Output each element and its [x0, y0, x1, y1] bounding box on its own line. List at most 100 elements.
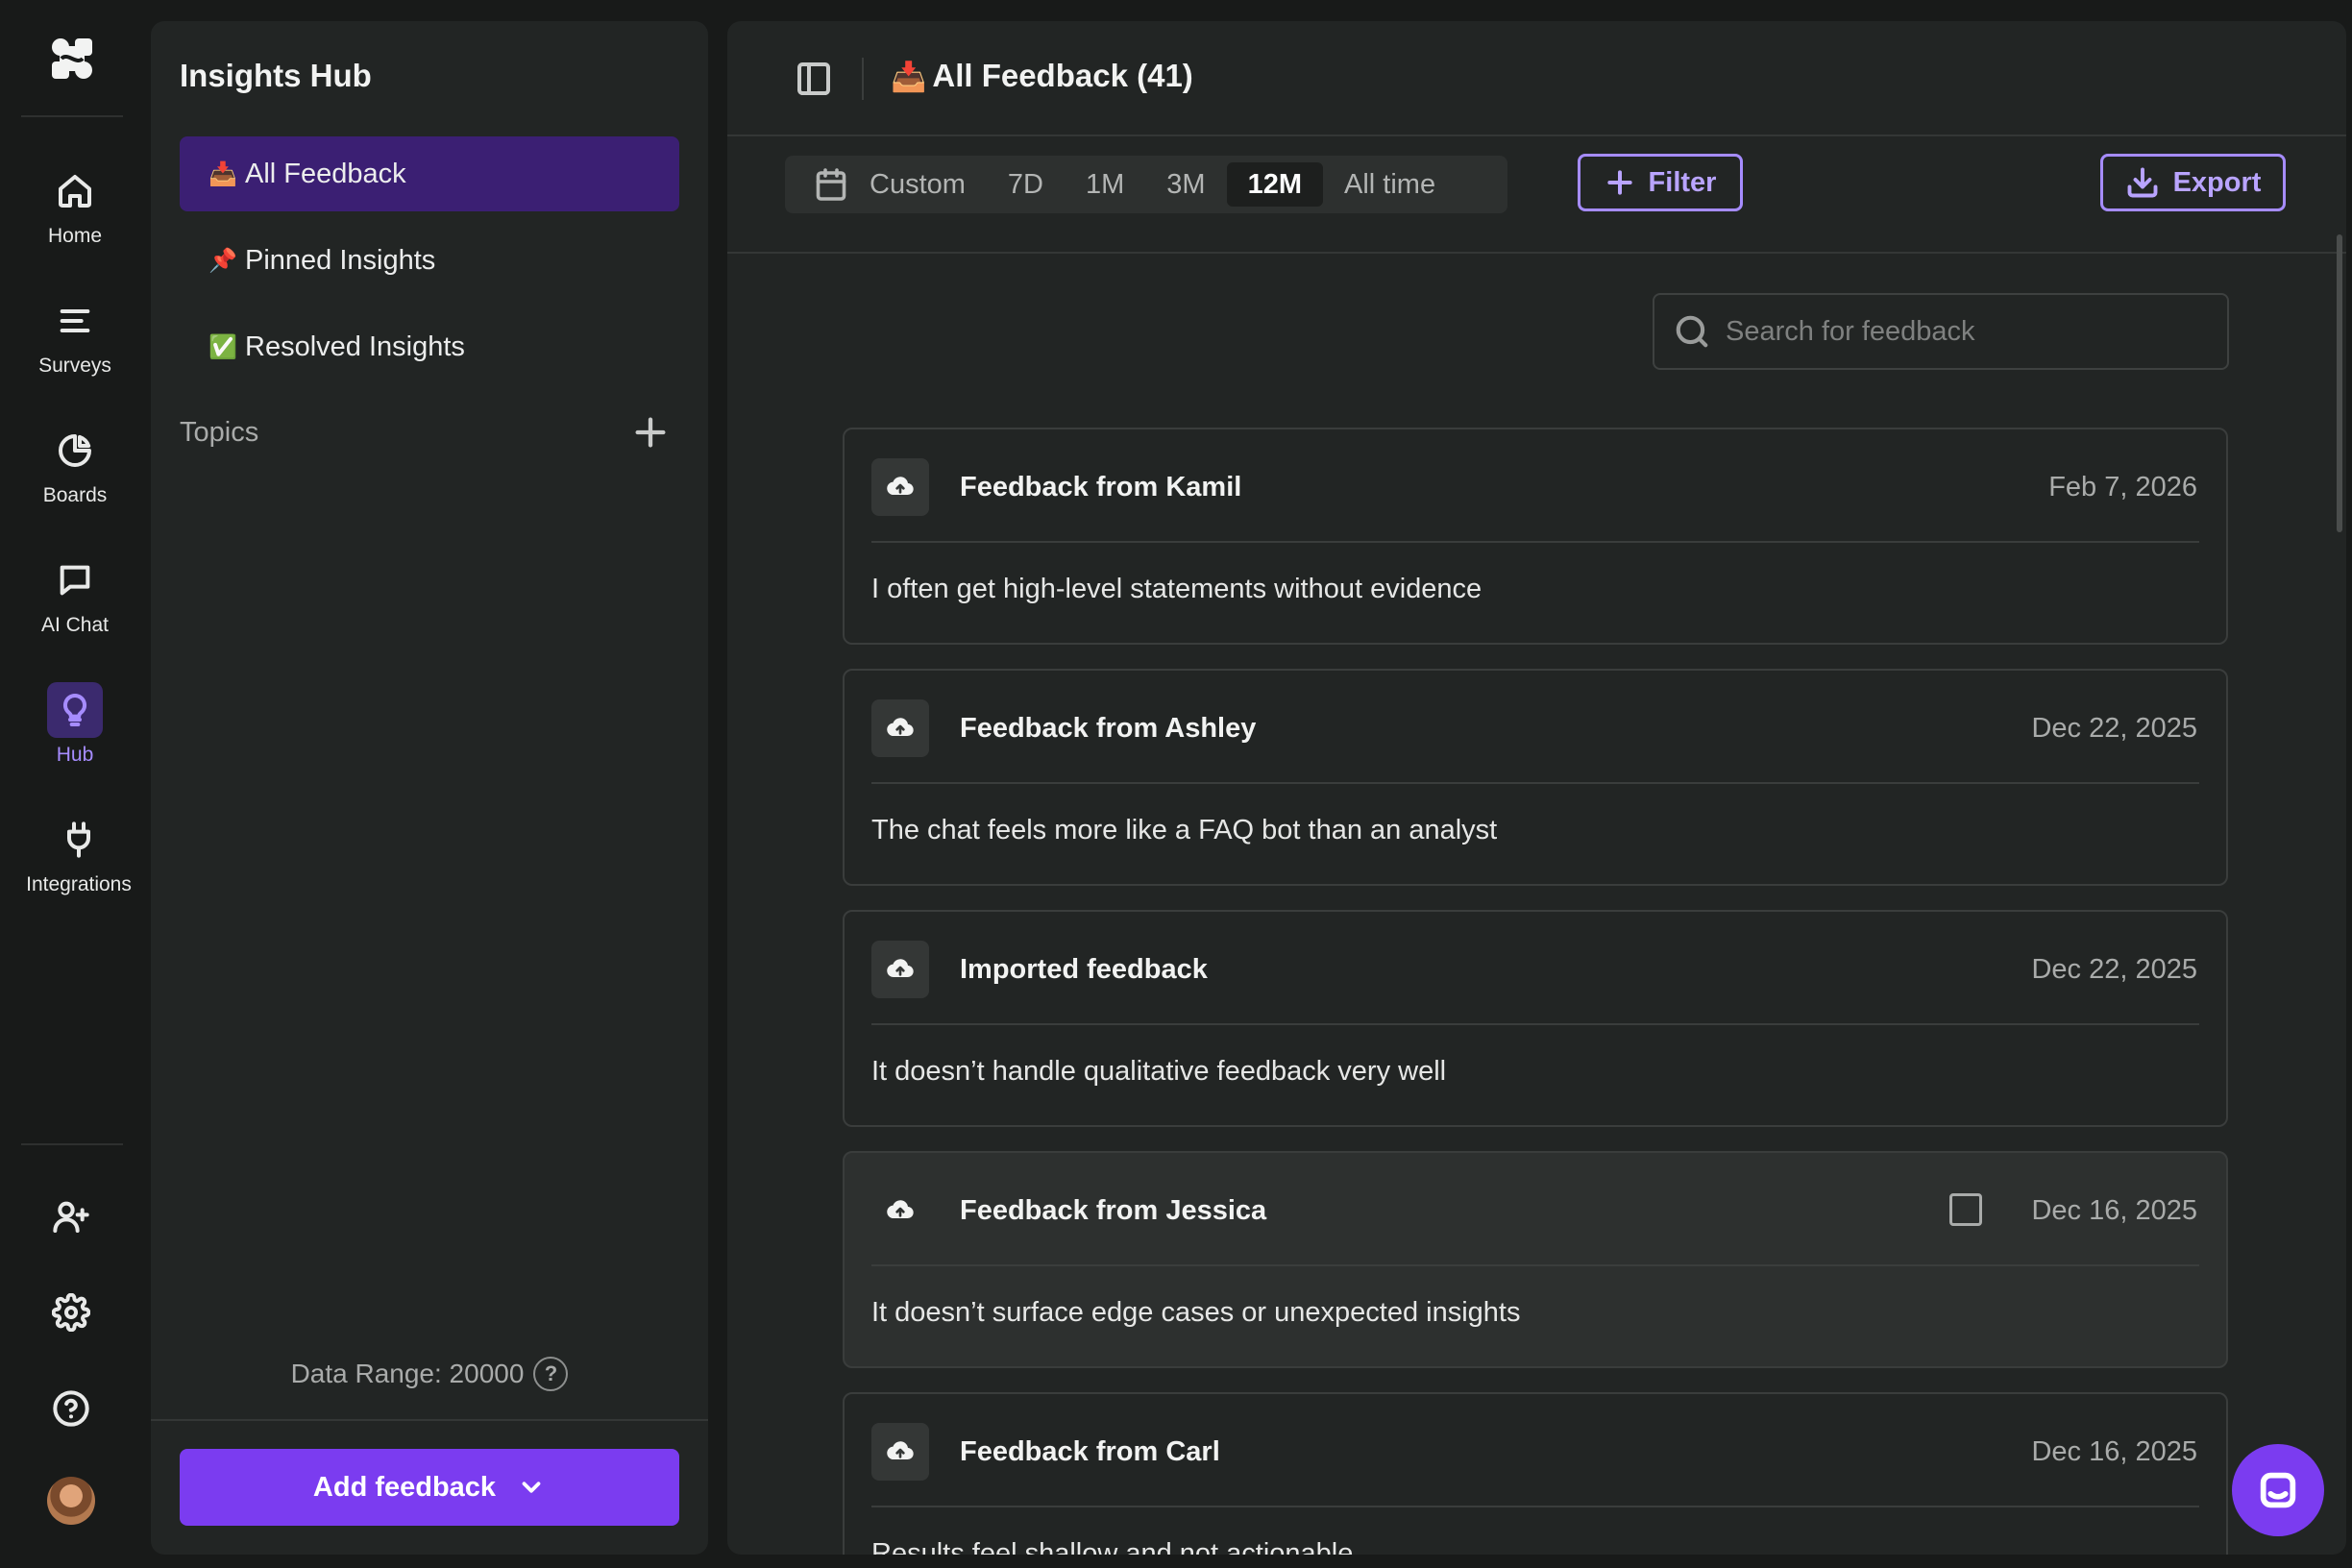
nav-label: Hub	[56, 744, 94, 766]
feedback-card[interactable]: Feedback from Carl Dec 16, 2025 Results …	[843, 1392, 2228, 1555]
nav-label: Home	[47, 225, 103, 247]
gear-icon	[52, 1293, 90, 1332]
feedback-title: Feedback from Carl	[960, 1436, 1220, 1467]
upload-cloud-icon	[871, 1182, 929, 1239]
nav-rail: Home Surveys Boards AI Chat Hub Integrat…	[0, 0, 150, 1568]
chat-bubble-icon	[2260, 1472, 2296, 1508]
check-icon: ✅	[208, 333, 237, 360]
avatar[interactable]	[47, 1477, 95, 1525]
sidebar-panel: Insights Hub 📥 All Feedback 📌 Pinned Ins…	[151, 21, 708, 1555]
nav-boards[interactable]: Boards	[0, 423, 150, 507]
nav-home[interactable]: Home	[0, 163, 150, 248]
nav-label: Integrations	[26, 873, 132, 895]
search-box	[1653, 293, 2229, 370]
add-feedback-label: Add feedback	[312, 1471, 497, 1503]
scrollbar[interactable]	[2337, 234, 2342, 532]
feedback-card[interactable]: Feedback from Kamil Feb 7, 2026 I often …	[843, 428, 2228, 645]
export-button[interactable]: Export	[2100, 154, 2286, 211]
sidebar-divider	[151, 1419, 708, 1421]
range-label: Custom	[870, 168, 966, 200]
sidebar-item-label: Resolved Insights	[245, 331, 465, 362]
add-feedback-button[interactable]: Add feedback	[180, 1449, 679, 1526]
settings-button[interactable]	[46, 1287, 96, 1337]
feedback-body: The chat feels more like a FAQ bot than …	[871, 815, 1498, 845]
plus-icon	[1606, 170, 1632, 195]
plus-icon	[635, 417, 666, 448]
calendar-icon	[816, 168, 846, 201]
range-all-time[interactable]: All time	[1323, 162, 1457, 207]
help-icon[interactable]: ?	[533, 1357, 569, 1391]
plug-icon	[51, 812, 107, 868]
range-custom[interactable]: Custom	[793, 162, 987, 207]
nav-ai-chat[interactable]: AI Chat	[0, 552, 150, 637]
search-input[interactable]	[1726, 315, 2206, 348]
boards-icon	[47, 423, 103, 478]
feedback-title: Feedback from Ashley	[960, 713, 1257, 744]
data-range-text: Data Range: 20000	[290, 1359, 525, 1388]
feedback-body: Results feel shallow and not actionable	[871, 1538, 1354, 1555]
feedback-card[interactable]: Feedback from Jessica Dec 16, 2025 It do…	[843, 1151, 2228, 1368]
help-circle-icon	[53, 1390, 89, 1427]
sidebar-item-resolved-insights[interactable]: ✅ Resolved Insights	[180, 309, 679, 384]
sidebar-item-pinned-insights[interactable]: 📌 Pinned Insights	[180, 223, 679, 298]
feedback-card[interactable]: Feedback from Ashley Dec 22, 2025 The ch…	[843, 669, 2228, 886]
nav-surveys[interactable]: Surveys	[0, 293, 150, 378]
chat-launcher-button[interactable]	[2232, 1444, 2324, 1536]
feedback-body: It doesn’t handle qualitative feedback v…	[871, 1056, 1447, 1087]
sidebar-item-all-feedback[interactable]: 📥 All Feedback	[180, 136, 679, 211]
inbox-icon: 📥	[891, 61, 927, 93]
filter-button[interactable]: Filter	[1578, 154, 1743, 211]
feedback-body: I often get high-level statements withou…	[871, 574, 1482, 604]
user-plus-icon	[53, 1201, 89, 1233]
feedback-title: Feedback from Jessica	[960, 1195, 1267, 1226]
topics-heading: Topics	[180, 417, 259, 448]
sidebar-title: Insights Hub	[180, 58, 372, 93]
app-logo[interactable]	[48, 35, 96, 83]
upload-cloud-icon	[871, 1423, 929, 1481]
header-separator	[862, 58, 864, 100]
page-header: 📥 All Feedback (41)	[727, 21, 2346, 136]
chevron-down-icon	[522, 1482, 541, 1493]
add-topic-button[interactable]	[631, 413, 670, 452]
feedback-card[interactable]: Imported feedback Dec 22, 2025 It doesn’…	[843, 910, 2228, 1127]
feedback-date: Feb 7, 2026	[2048, 472, 2197, 502]
sidebar-item-label: Pinned Insights	[245, 244, 436, 276]
card-divider	[871, 1506, 2199, 1507]
rail-divider	[21, 1143, 123, 1145]
feedback-title: Feedback from Kamil	[960, 472, 1242, 502]
upload-cloud-icon	[871, 458, 929, 516]
card-divider	[871, 782, 2199, 784]
select-checkbox[interactable]	[1949, 1193, 1982, 1226]
range-12m[interactable]: 12M	[1226, 162, 1324, 207]
range-3m[interactable]: 3M	[1145, 162, 1226, 207]
card-divider	[871, 1023, 2199, 1025]
card-divider	[871, 1264, 2199, 1266]
nav-hub[interactable]: Hub	[0, 682, 150, 767]
page-title: 📥 All Feedback (41)	[891, 58, 1193, 94]
range-7d[interactable]: 7D	[987, 162, 1065, 207]
upload-cloud-icon	[871, 941, 929, 998]
date-range-selector: Custom 7D 1M 3M 12M All time	[785, 156, 1507, 213]
pin-icon: 📌	[208, 247, 237, 274]
feedback-body: It doesn’t surface edge cases or unexpec…	[871, 1297, 1521, 1328]
inbox-icon: 📥	[208, 160, 237, 187]
data-range: Data Range: 20000 ?	[151, 1357, 708, 1391]
upload-cloud-icon	[871, 699, 929, 757]
filter-bar: Custom 7D 1M 3M 12M All time Filter Expo…	[727, 138, 2346, 254]
search-icon	[1676, 315, 1708, 348]
sidebar-toggle-icon	[797, 62, 830, 95]
range-1m[interactable]: 1M	[1065, 162, 1145, 207]
help-button[interactable]	[46, 1384, 96, 1433]
download-icon	[2127, 167, 2158, 198]
nav-label: Boards	[42, 484, 108, 506]
export-label: Export	[2172, 166, 2262, 198]
nav-integrations[interactable]: Integrations	[4, 812, 154, 896]
invite-user-button[interactable]	[46, 1191, 96, 1241]
feedback-title: Imported feedback	[960, 954, 1208, 985]
feedback-date: Dec 22, 2025	[2031, 954, 2197, 985]
filter-label: Filter	[1648, 166, 1717, 198]
nav-label: Surveys	[38, 355, 111, 377]
toggle-sidebar-button[interactable]	[795, 60, 833, 98]
card-divider	[871, 541, 2199, 543]
page-title-text: All Feedback (41)	[932, 58, 1193, 93]
